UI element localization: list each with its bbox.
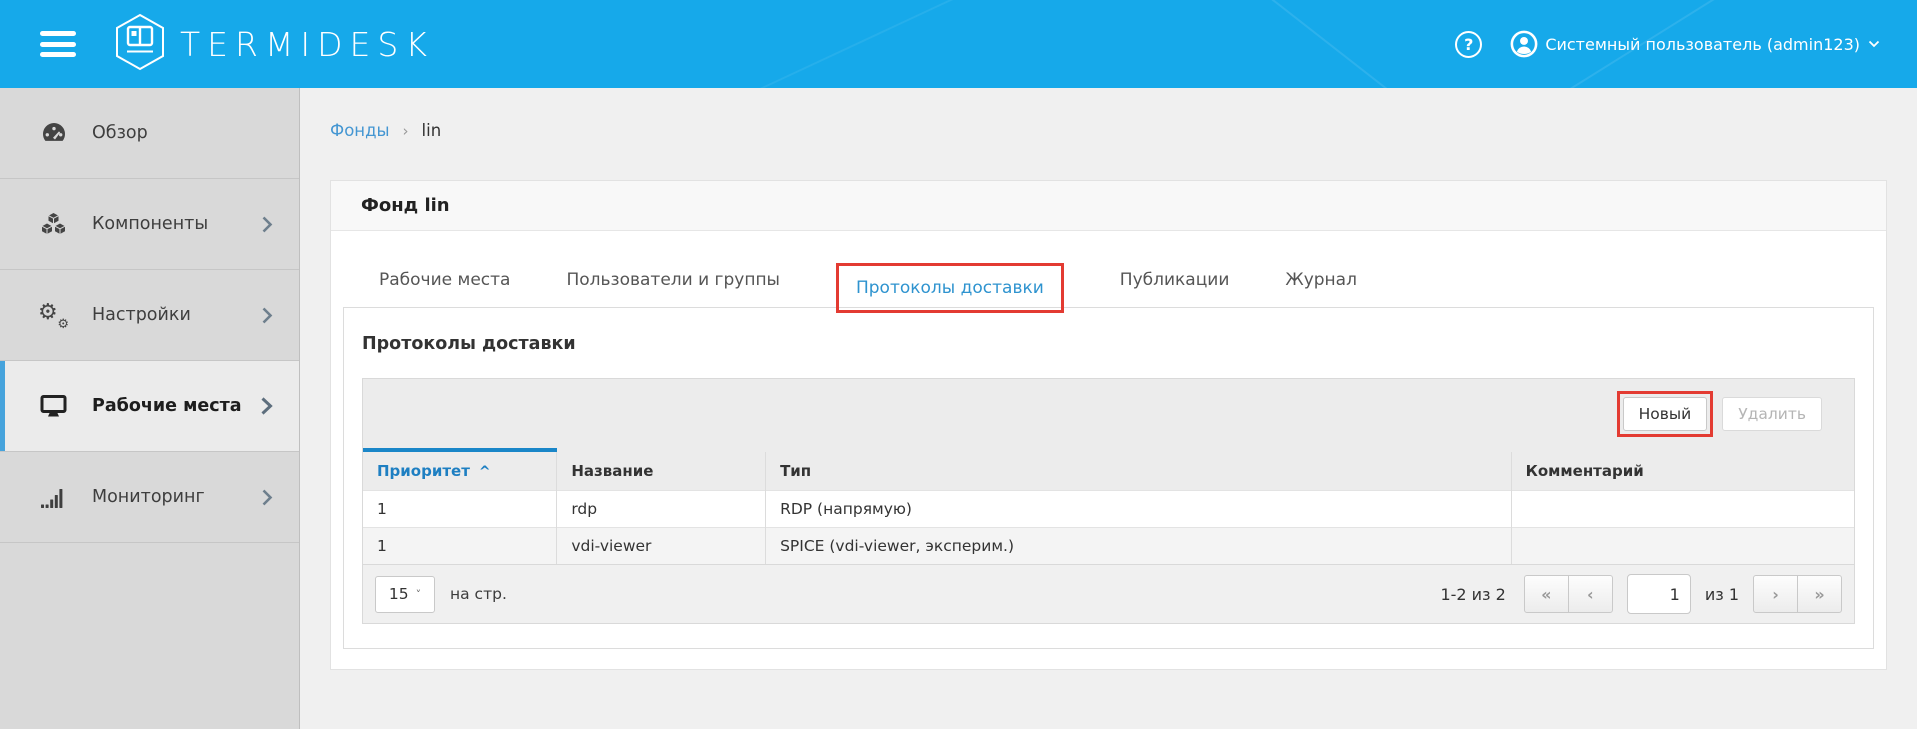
cell-type: RDP (напрямую)	[766, 491, 1512, 528]
per-page-label: на стр.	[450, 585, 507, 603]
signal-icon	[40, 486, 67, 508]
sort-asc-icon: ^	[479, 464, 491, 480]
topbar: TERMIDESK ? Системный пользователь (admi…	[0, 0, 1917, 88]
sidebar-item-overview[interactable]: Обзор	[0, 88, 299, 179]
sidebar-item-label: Обзор	[92, 123, 273, 143]
total-pages-label: из 1	[1705, 585, 1739, 604]
chevron-right-icon	[261, 306, 273, 325]
sidebar-item-monitoring[interactable]: Мониторинг	[0, 452, 299, 543]
card-title: Фонд lin	[331, 181, 1886, 231]
column-header-type[interactable]: Тип	[766, 450, 1512, 491]
column-header-comment[interactable]: Комментарий	[1511, 450, 1854, 491]
sidebar: Обзор Компоненты	[0, 88, 300, 729]
tab-delivery-protocols[interactable]: Протоколы доставки	[856, 278, 1044, 298]
menu-toggle-icon[interactable]	[40, 26, 76, 63]
breadcrumb-link-fonds[interactable]: Фонды	[330, 121, 390, 140]
dashboard-icon	[40, 121, 67, 145]
next-page-button[interactable]: ›	[1753, 575, 1798, 613]
sidebar-item-settings[interactable]: ⚙⚙ Настройки	[0, 270, 299, 361]
cell-name: rdp	[557, 491, 766, 528]
sidebar-item-label: Мониторинг	[92, 487, 261, 507]
chevron-right-icon	[261, 215, 273, 234]
sidebar-item-label: Настройки	[92, 305, 261, 325]
sidebar-item-components[interactable]: Компоненты	[0, 179, 299, 270]
topbar-pattern-line	[1089, 0, 1484, 88]
user-avatar-icon	[1510, 30, 1538, 58]
breadcrumb-current: lin	[422, 121, 442, 140]
table-row[interactable]: 1 vdi-viewer SPICE (vdi-viewer, эксперим…	[363, 528, 1854, 565]
topbar-pattern-line	[548, 0, 1093, 88]
termidesk-logo-icon	[114, 13, 166, 75]
table-row[interactable]: 1 rdp RDP (напрямую)	[363, 491, 1854, 528]
cell-type: SPICE (vdi-viewer, эксперим.)	[766, 528, 1512, 565]
cell-comment	[1511, 528, 1854, 565]
delete-button[interactable]: Удалить	[1722, 397, 1822, 431]
prev-page-button[interactable]: ‹	[1568, 575, 1613, 613]
tab-users-groups[interactable]: Пользователи и группы	[566, 270, 780, 290]
fond-card: Фонд lin Рабочие места Пользователи и гр…	[330, 180, 1887, 670]
chevron-down-icon: ˅	[416, 588, 422, 601]
annotation-box-tab: Протоколы доставки	[836, 263, 1064, 313]
cubes-icon	[40, 212, 67, 236]
last-page-button[interactable]: »	[1797, 575, 1842, 613]
gears-icon: ⚙⚙	[40, 302, 67, 328]
chevron-right-icon	[260, 396, 273, 416]
cell-comment	[1511, 491, 1854, 528]
column-header-priority[interactable]: Приоритет^	[363, 450, 557, 491]
cell-priority: 1	[363, 528, 557, 565]
chevron-right-icon	[261, 488, 273, 507]
main-content: Фонды › lin Фонд lin Рабочие места Польз…	[300, 88, 1917, 729]
help-icon[interactable]: ?	[1455, 31, 1482, 58]
first-page-button[interactable]: «	[1524, 575, 1569, 613]
tab-bar: Рабочие места Пользователи и группы Прот…	[343, 253, 1874, 307]
user-menu[interactable]: Системный пользователь (admin123)	[1510, 30, 1887, 58]
pagination: 1-2 из 2 « ‹ из 1 › »	[1440, 574, 1842, 614]
sidebar-item-label: Рабочие места	[92, 396, 260, 416]
brand-wordmark: TERMIDESK	[180, 25, 434, 64]
new-button[interactable]: Новый	[1623, 397, 1708, 431]
sidebar-item-workplaces[interactable]: Рабочие места	[0, 361, 299, 452]
breadcrumb-separator-icon: ›	[403, 122, 409, 140]
tab-publications[interactable]: Публикации	[1120, 270, 1230, 290]
sidebar-item-label: Компоненты	[92, 214, 261, 234]
column-header-name[interactable]: Название	[557, 450, 766, 491]
protocols-table-block: Новый Удалить Приоритет^	[362, 378, 1855, 624]
cell-priority: 1	[363, 491, 557, 528]
annotation-box-new-button: Новый	[1617, 391, 1714, 437]
panel-title: Протоколы доставки	[362, 334, 1855, 354]
page-size-select[interactable]: 15 ˅	[375, 576, 435, 613]
user-label: Системный пользователь (admin123)	[1545, 35, 1860, 54]
tab-journal[interactable]: Журнал	[1285, 270, 1357, 290]
chevron-down-icon	[1868, 40, 1880, 48]
range-label: 1-2 из 2	[1440, 585, 1505, 604]
table-footer: 15 ˅ на стр. 1-2 из 2 « ‹	[363, 564, 1854, 623]
page-number-input[interactable]	[1627, 574, 1691, 614]
breadcrumb: Фонды › lin	[330, 121, 1887, 140]
monitor-icon	[40, 394, 67, 418]
cell-name: vdi-viewer	[557, 528, 766, 565]
table-toolbar: Новый Удалить	[363, 379, 1854, 448]
tab-panel: Протоколы доставки Новый Удалить	[343, 307, 1874, 649]
tab-workplaces[interactable]: Рабочие места	[379, 270, 510, 290]
protocols-table: Приоритет^ Название Тип Комментарий 1	[363, 448, 1854, 564]
